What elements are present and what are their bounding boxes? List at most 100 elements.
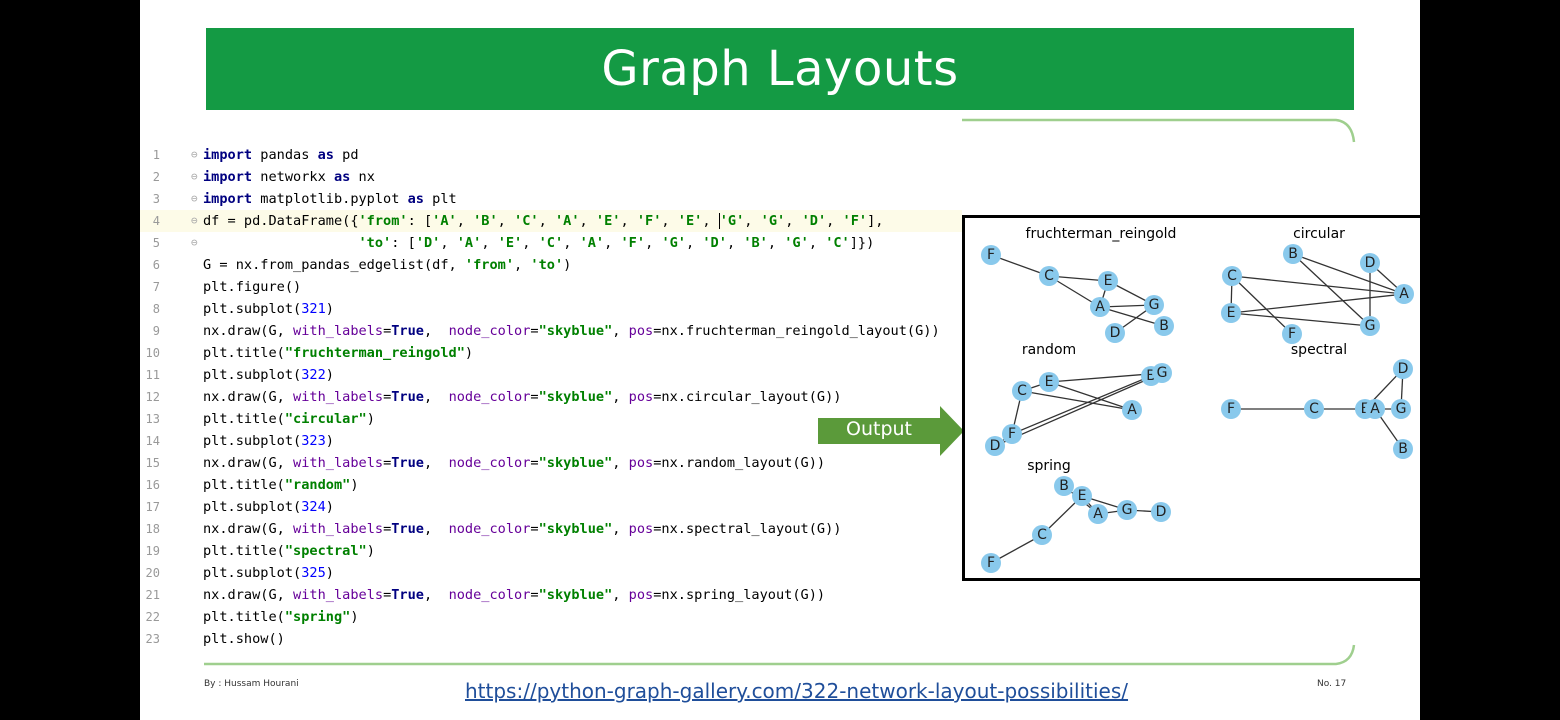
node-label: D	[1365, 255, 1376, 271]
code-text: plt.figure()	[203, 279, 302, 295]
node-label: C	[1044, 268, 1054, 284]
node-label: F	[987, 247, 995, 263]
node-label: D	[990, 438, 1001, 454]
line-number: 1	[152, 148, 160, 162]
code-line[interactable]: 11 plt.subplot(322)	[140, 364, 962, 386]
node-label: A	[1093, 506, 1103, 522]
node-label: G	[1365, 318, 1376, 334]
fold-icon[interactable]: ⊖	[191, 210, 198, 232]
code-text: nx.draw(G, with_labels=True, node_color=…	[203, 323, 940, 339]
code-line[interactable]: 1 ⊖ import pandas as pd	[140, 144, 962, 166]
node-label: E	[1045, 374, 1054, 390]
line-number: 17	[145, 500, 160, 514]
code-line[interactable]: 21 nx.draw(G, with_labels=True, node_colo…	[140, 584, 962, 606]
fold-icon[interactable]: ⊖	[191, 188, 198, 210]
source-link[interactable]: https://python-graph-gallery.com/322-net…	[465, 679, 1128, 703]
node-label: A	[1370, 401, 1380, 417]
code-line[interactable]: 18 nx.draw(G, with_labels=True, node_colo…	[140, 518, 962, 540]
code-text: plt.title("spectral")	[203, 543, 375, 559]
line-number: 16	[145, 478, 160, 492]
node-label: C	[1037, 527, 1047, 543]
code-line[interactable]: 10 plt.title("fruchterman_reingold")	[140, 342, 962, 364]
node-label: C	[1227, 268, 1237, 284]
code-text: nx.draw(G, with_labels=True, node_color=…	[203, 455, 826, 471]
node-label: G	[1396, 401, 1407, 417]
node-label: F	[1227, 401, 1235, 417]
node-label: F	[1288, 326, 1296, 342]
code-text: import networkx as nx	[203, 169, 375, 185]
code-line[interactable]: 19 plt.title("spectral")	[140, 540, 962, 562]
subplot-spring: spring BEA G D C F	[981, 458, 1171, 573]
code-line[interactable]: 4 ⊖ df = pd.DataFrame({'from': ['A', 'B', …	[140, 210, 962, 232]
line-number: 19	[145, 544, 160, 558]
code-text: nx.draw(G, with_labels=True, node_color=…	[203, 521, 842, 537]
code-text: plt.subplot(325)	[203, 565, 334, 581]
code-line[interactable]: 6 G = nx.from_pandas_edgelist(df, 'from',…	[140, 254, 962, 276]
node-label: A	[1399, 286, 1409, 302]
code-text: nx.draw(G, with_labels=True, node_color=…	[203, 587, 826, 603]
node-label: E	[1227, 305, 1236, 321]
graph-edge	[1292, 253, 1371, 327]
code-text: plt.subplot(321)	[203, 301, 334, 317]
code-text: G = nx.from_pandas_edgelist(df, 'from', …	[203, 257, 572, 273]
code-line[interactable]: 5 ⊖ 'to': ['D', 'A', 'E', 'C', 'A', 'F', …	[140, 232, 962, 254]
line-number: 6	[152, 258, 160, 272]
code-line[interactable]: 20 plt.subplot(325)	[140, 562, 962, 584]
fold-icon[interactable]: ⊖	[191, 232, 198, 254]
network-plots: fruchterman_reingoldFC EA GD BcircularBDACE…	[981, 226, 1414, 573]
code-text: plt.title("circular")	[203, 411, 375, 427]
slide: Graph Layouts 1 ⊖ import pandas as pd 2 ⊖ imp…	[140, 0, 1420, 720]
node-label: G	[1157, 365, 1168, 381]
code-text: nx.draw(G, with_labels=True, node_color=…	[203, 389, 842, 405]
code-line[interactable]: 12 nx.draw(G, with_labels=True, node_colo…	[140, 386, 962, 408]
line-number: 23	[145, 632, 160, 646]
output-arrow: Output	[818, 406, 964, 456]
footer-author: By : Hussam Hourani	[204, 679, 299, 689]
fold-icon[interactable]: ⊖	[191, 144, 198, 166]
graph-edge	[1048, 381, 1133, 411]
node-label: D	[1156, 504, 1167, 520]
subplot-fruchterman_reingold: fruchterman_reingold F C EA G D B	[981, 226, 1176, 343]
node-label: F	[987, 555, 995, 571]
line-number: 20	[145, 566, 160, 580]
code-text: plt.title("fruchterman_reingold")	[203, 345, 474, 361]
code-text: df = pd.DataFrame({'from': ['A', 'B', 'C…	[203, 213, 884, 229]
code-line[interactable]: 7 plt.figure()	[140, 276, 962, 298]
line-number: 12	[145, 390, 160, 404]
subplot-title: fruchterman_reingold	[1026, 226, 1177, 242]
node-label: B	[1159, 318, 1169, 334]
code-line[interactable]: 2 ⊖ import networkx as nx	[140, 166, 962, 188]
node-label: B	[1288, 246, 1298, 262]
line-number: 13	[145, 412, 160, 426]
code-line[interactable]: 17 plt.subplot(324)	[140, 496, 962, 518]
node-label: F	[1008, 426, 1016, 442]
subplot-circular: circular B D A C E G F	[1221, 226, 1414, 344]
node-label: B	[1059, 478, 1069, 494]
graph-output-figure: fruchterman_reingold F C E A G D Bcircular B D A C E…	[962, 215, 1420, 581]
node-label: D	[1110, 325, 1121, 341]
node-label: C	[1017, 383, 1027, 399]
subplot-title: random	[1022, 342, 1076, 358]
code-line[interactable]: 16 plt.title("random")	[140, 474, 962, 496]
code-text: import matplotlib.pyplot as plt	[203, 191, 457, 207]
code-text: plt.show()	[203, 631, 285, 647]
node-label: A	[1095, 299, 1105, 315]
subplot-title: circular	[1293, 226, 1345, 242]
code-line[interactable]: 22 plt.title("spring")	[140, 606, 962, 628]
subplot-title: spectral	[1291, 342, 1347, 358]
code-text: plt.subplot(324)	[203, 499, 334, 515]
node-label: D	[1398, 361, 1409, 377]
node-label: A	[1127, 402, 1137, 418]
subplot-spectral: spectralFCEADGB	[1221, 342, 1413, 459]
fold-icon[interactable]: ⊖	[191, 166, 198, 188]
code-line[interactable]: 8 plt.subplot(321)	[140, 298, 962, 320]
node-label: E	[1104, 273, 1113, 289]
code-text: plt.subplot(322)	[203, 367, 334, 383]
subplot-title: spring	[1027, 458, 1071, 474]
line-number: 3	[152, 192, 160, 206]
code-line[interactable]: 3 ⊖ import matplotlib.pyplot as plt	[140, 188, 962, 210]
code-line[interactable]: 23 plt.show()	[140, 628, 962, 650]
code-editor[interactable]: 1 ⊖ import pandas as pd 2 ⊖ import networkx a…	[140, 144, 962, 654]
code-line[interactable]: 9 nx.draw(G, with_labels=True, node_color…	[140, 320, 962, 342]
code-text: import pandas as pd	[203, 147, 359, 163]
